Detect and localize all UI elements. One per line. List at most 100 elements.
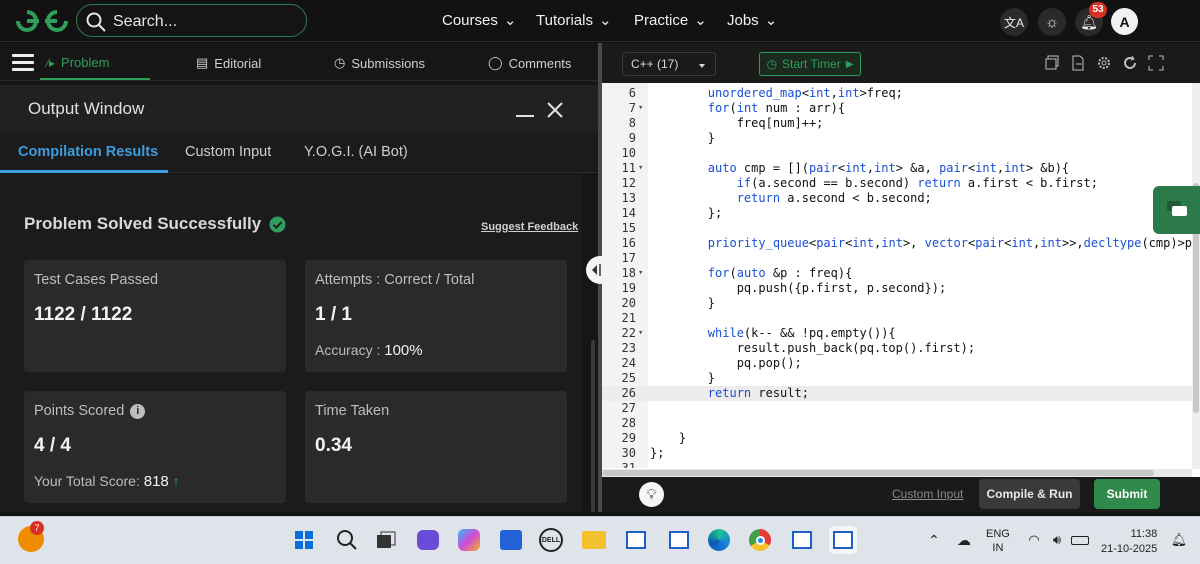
suggest-feedback-link[interactable]: Suggest Feedback: [481, 221, 578, 233]
chat-app-icon[interactable]: [414, 526, 442, 554]
editor-vertical-scrollbar[interactable]: [1192, 83, 1200, 469]
nav-practice[interactable]: Practice ⌄: [634, 11, 707, 30]
code-line[interactable]: 20 }: [602, 296, 1192, 311]
tab-problem[interactable]: ⁄▸ Problem: [47, 55, 109, 70]
code-line[interactable]: 24 pq.pop();: [602, 356, 1192, 371]
copilot-icon[interactable]: [455, 526, 483, 554]
line-number: 9: [628, 131, 636, 145]
code-line[interactable]: 17: [602, 251, 1192, 266]
menu-icon[interactable]: [12, 53, 34, 71]
windows-start-icon[interactable]: [290, 526, 318, 554]
code-editor[interactable]: 6 unordered_map<int,int>freq; 7 ▾ for(int …: [602, 83, 1192, 468]
chat-icon[interactable]: [1153, 186, 1200, 234]
compile-run-button[interactable]: Compile & Run: [979, 479, 1080, 509]
chrome-icon[interactable]: [746, 526, 774, 554]
dell-icon[interactable]: DELL: [537, 526, 565, 554]
code-line[interactable]: 31: [602, 461, 1192, 468]
gfg-logo[interactable]: [14, 8, 70, 34]
code-line[interactable]: 16 priority_queue<pair<int,int>, vector<…: [602, 236, 1192, 251]
fold-arrow-icon[interactable]: ▾: [638, 161, 643, 176]
user-avatar[interactable]: A: [1111, 8, 1138, 35]
code-line[interactable]: 26 return result;: [602, 386, 1192, 401]
code-line[interactable]: 19 pq.push({p.first, p.second});: [602, 281, 1192, 296]
code-text: return result;: [707, 386, 809, 400]
code-line[interactable]: 9 }: [602, 131, 1192, 146]
file-export-icon[interactable]: [1070, 55, 1086, 71]
code-line[interactable]: 6 unordered_map<int,int>freq;: [602, 86, 1192, 101]
total-score-value: 818: [143, 473, 169, 490]
info-icon[interactable]: i: [130, 403, 146, 419]
nav-tutorials[interactable]: Tutorials ⌄: [536, 11, 612, 30]
minimize-icon[interactable]: [516, 115, 534, 117]
tab-yogi-ai-bot[interactable]: Y.O.G.I. (AI Bot): [304, 144, 408, 160]
code-line[interactable]: 12 if(a.second == b.second) return a.fir…: [602, 176, 1192, 191]
app-window-icon[interactable]: [788, 526, 816, 554]
code-line[interactable]: 7 ▾ for(int num : arr){: [602, 101, 1192, 116]
code-line[interactable]: 28: [602, 416, 1192, 431]
code-line[interactable]: 8 freq[num]++;: [602, 116, 1192, 131]
reset-icon[interactable]: [1122, 55, 1138, 71]
app-window-icon[interactable]: [622, 526, 650, 554]
battery-icon[interactable]: [1066, 526, 1094, 554]
tab-custom-input[interactable]: Custom Input: [185, 144, 271, 160]
copy-icon[interactable]: [1045, 55, 1061, 71]
editor-horizontal-scroll-thumb[interactable]: [602, 470, 1154, 476]
task-view-icon[interactable]: [372, 526, 400, 554]
code-line[interactable]: 25 }: [602, 371, 1192, 386]
fold-arrow-icon[interactable]: ▾: [638, 266, 643, 281]
line-number: 15: [621, 221, 636, 235]
code-line[interactable]: 18 ▾ for(auto &p : freq){: [602, 266, 1192, 281]
fold-arrow-icon[interactable]: ▾: [638, 101, 643, 116]
caret-down-icon: [699, 64, 705, 68]
lightbulb-hint-icon[interactable]: 💡︎: [639, 482, 664, 507]
tab-compilation-results[interactable]: Compilation Results: [18, 144, 158, 160]
search-box[interactable]: Search...: [76, 4, 307, 37]
fold-arrow-icon[interactable]: ▾: [638, 326, 643, 341]
notification-center-icon[interactable]: 🔔︎: [1165, 526, 1193, 554]
tab-submissions[interactable]: ◷ Submissions: [334, 55, 425, 71]
taskbar-search-icon[interactable]: [333, 526, 361, 554]
code-line[interactable]: 30};: [602, 446, 1192, 461]
code-line[interactable]: 27: [602, 401, 1192, 416]
translate-icon[interactable]: 文A: [1000, 8, 1028, 36]
edge-icon[interactable]: [705, 526, 733, 554]
editor-horizontal-scrollbar[interactable]: [602, 469, 1192, 477]
fullscreen-icon[interactable]: [1148, 55, 1164, 71]
code-text: freq[num]++;: [650, 116, 824, 130]
code-line[interactable]: 11 ▾ auto cmp = [](pair<int,int> &a, pair…: [602, 161, 1192, 176]
file-explorer-icon[interactable]: [580, 526, 608, 554]
nav-jobs[interactable]: Jobs ⌄: [727, 11, 777, 30]
nav-courses[interactable]: Courses ⌄: [442, 11, 516, 30]
line-number: 30: [621, 446, 636, 460]
theme-toggle-icon[interactable]: ☼: [1038, 8, 1066, 36]
settings-icon[interactable]: [1096, 55, 1112, 71]
active-app-icon[interactable]: [829, 526, 857, 554]
code-line[interactable]: 10: [602, 146, 1192, 161]
code-text: for(int num : arr){: [707, 101, 846, 115]
language-select[interactable]: C++ (17): [622, 52, 716, 76]
line-number: 22: [621, 326, 636, 340]
code-line[interactable]: 23 result.push_back(pq.top().first);: [602, 341, 1192, 356]
code-line[interactable]: 13 return a.second < b.second;: [602, 191, 1192, 206]
code-line[interactable]: 15: [602, 221, 1192, 236]
line-number: 16: [621, 236, 636, 250]
cloud-icon[interactable]: ☁︎: [950, 526, 978, 554]
language-indicator[interactable]: ENG IN: [986, 527, 1010, 555]
tab-comments[interactable]: ◯ Comments: [488, 55, 571, 71]
app-window-icon[interactable]: [665, 526, 693, 554]
code-line[interactable]: 29 }: [602, 431, 1192, 446]
tab-editorial[interactable]: ▤ Editorial: [196, 55, 261, 71]
system-clock[interactable]: 11:38 21-10-2025: [1101, 527, 1157, 557]
comment-icon: ◯: [488, 55, 503, 70]
chevron-up-icon[interactable]: ⌃: [920, 526, 948, 554]
clock-time: 11:38: [1130, 528, 1158, 540]
start-timer-button[interactable]: ◷ Start Timer ▶: [759, 52, 861, 76]
close-icon[interactable]: [547, 102, 563, 118]
code-line[interactable]: 21: [602, 311, 1192, 326]
submit-button[interactable]: Submit: [1094, 479, 1160, 509]
store-icon[interactable]: [497, 526, 525, 554]
code-line[interactable]: 22 ▾ while(k-- && !pq.empty()){: [602, 326, 1192, 341]
code-line[interactable]: 14 };: [602, 206, 1192, 221]
left-scrollbar[interactable]: [591, 340, 595, 512]
custom-input-link[interactable]: Custom Input: [892, 487, 963, 501]
